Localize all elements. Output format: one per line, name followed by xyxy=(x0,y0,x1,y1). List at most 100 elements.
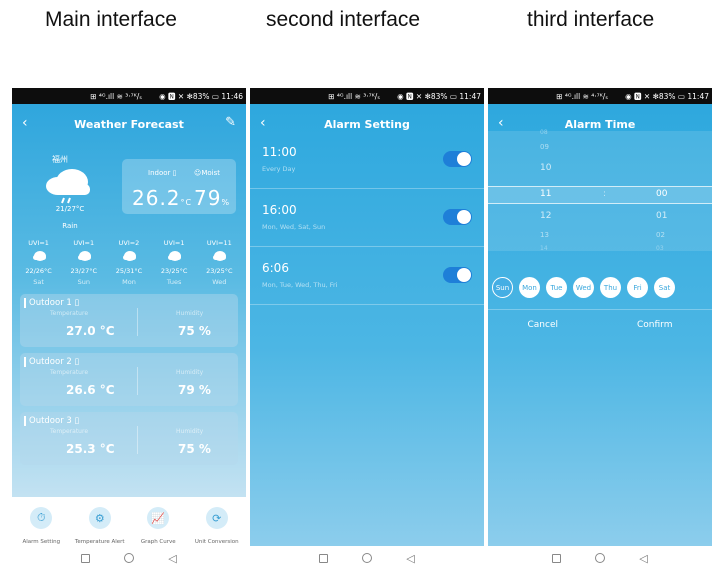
forecast-day: UVI=1 23/27°C Sun xyxy=(64,239,104,286)
day-toggle-mon[interactable]: Mon xyxy=(519,277,540,298)
forecast-dayname: Tues xyxy=(166,278,182,286)
minute-option[interactable]: 01 xyxy=(656,211,667,221)
forecast-day: UVI=11 23/25°C Wed xyxy=(199,239,239,286)
status-bar: ⊞ ⁴ᴳ.ıll ≋ ⁴·⁷ᴷ/ₛ ◉ 🅽 ✕ ✻83% ▭ 11:47 xyxy=(488,88,712,104)
minute-option[interactable]: 03 xyxy=(656,245,664,252)
alarm-setting-button[interactable]: ⏱ Alarm Setting xyxy=(13,507,69,545)
system-navbar: ◁ xyxy=(488,546,712,570)
caption-third: third interface xyxy=(527,8,655,31)
moist-value: 79% xyxy=(194,186,231,210)
alarm-row[interactable]: 11:00 Every Day xyxy=(250,131,484,189)
main-header: ‹ Weather Forecast ✎ xyxy=(12,104,246,144)
outdoor-temp: 27.0 °C xyxy=(66,324,115,338)
hour-option[interactable]: 14 xyxy=(540,245,548,252)
phone-second: ⊞ ⁴ᴳ.ıll ≋ ³·⁷ᴷ/ₛ ◉ 🅽 ✕ ✻83% ▭ 11:47 ‹ A… xyxy=(250,88,484,570)
alarm-row[interactable]: 16:00 Mon, Wed, Sat, Sun xyxy=(250,189,484,247)
hour-option[interactable]: 13 xyxy=(540,231,549,239)
forecast-dayname: Sat xyxy=(33,278,44,286)
day-toggle-fri[interactable]: Fri xyxy=(627,277,648,298)
refresh-icon: ⟳ xyxy=(205,507,228,529)
caption-second: second interface xyxy=(266,8,421,31)
forecast-temp: 23/27°C xyxy=(70,267,98,275)
alarm-setting-body: ‹ Alarm Setting 11:00 Every Day 16:00 Mo… xyxy=(250,104,484,546)
divider xyxy=(137,367,138,395)
main-body: ‹ Weather Forecast ✎ 福州 21/27°C Rain Ind… xyxy=(12,104,246,562)
forecast-dayname: Sun xyxy=(77,278,90,286)
today-condition: Rain xyxy=(62,222,78,230)
minute-option[interactable]: 02 xyxy=(656,231,665,239)
confirm-button[interactable]: Confirm xyxy=(637,320,672,330)
day-toggle-wed[interactable]: Wed xyxy=(573,277,594,298)
alarm-time: 11:00 xyxy=(262,145,297,159)
uvi: UVI=1 xyxy=(28,239,49,247)
forecast-day: UVI=1 22/26°C Sat xyxy=(19,239,59,286)
uvi: UVI=1 xyxy=(163,239,185,247)
forecast-day: UVI=1 23/25°C Tues xyxy=(154,239,194,286)
dialog-actions: Cancel Confirm xyxy=(488,309,712,339)
back-nav-icon[interactable]: ◁ xyxy=(168,552,176,565)
graph-curve-button[interactable]: 📈 Graph Curve xyxy=(130,507,186,545)
forecast-row: UVI=1 22/26°C Sat UVI=1 23/27°C Sun UVI=… xyxy=(12,239,246,286)
outdoor-humidity: 75 % xyxy=(178,442,211,456)
temperature-alert-label: Temperature Alert xyxy=(74,539,125,545)
picker-selection xyxy=(488,186,712,204)
phone-third: ⊞ ⁴ᴳ.ıll ≋ ⁴·⁷ᴷ/ₛ ◉ 🅽 ✕ ✻83% ▭ 11:47 ‹ A… xyxy=(488,88,712,570)
recents-icon[interactable] xyxy=(319,553,329,563)
edit-icon[interactable]: ✎ xyxy=(225,115,236,130)
moist-label: ☺Moist xyxy=(194,169,220,177)
indoor-temp: 26.2°C xyxy=(132,186,193,210)
temperature-alert-button[interactable]: ⚙ Temperature Alert xyxy=(72,507,128,545)
system-navbar: ◁ xyxy=(250,546,484,570)
outdoor-card[interactable]: Outdoor 2 ▯ Temperature Humidity 26.6 °C… xyxy=(20,353,238,406)
unit-conversion-label: Unit Conversion xyxy=(194,539,239,545)
forecast-day: UVI=2 25/31°C Mon xyxy=(109,239,149,286)
status-bar: ⊞ ⁴ᴳ.ıll ≋ ³·⁷ᴷ/ₛ ◉ 🅽 ✕ ✻83% ▭ 11:46 xyxy=(12,88,246,104)
outdoor-name: Outdoor 2 ▯ xyxy=(24,357,79,367)
back-nav-icon[interactable]: ◁ xyxy=(406,552,414,565)
alarm-toggle[interactable] xyxy=(443,267,472,283)
hour-selected[interactable]: 11 xyxy=(540,189,551,199)
alarm-toggle[interactable] xyxy=(443,209,472,225)
hour-option[interactable]: 08 xyxy=(540,129,548,136)
forecast-temp: 23/25°C xyxy=(160,267,188,275)
back-icon[interactable]: ‹ xyxy=(22,115,28,131)
toggle-knob xyxy=(457,268,471,282)
gear-icon: ⚙ xyxy=(88,507,111,529)
back-icon[interactable]: ‹ xyxy=(498,115,504,131)
time-picker[interactable]: 08 09 10 11 : 00 12 01 13 02 14 03 xyxy=(488,129,712,252)
home-icon[interactable] xyxy=(595,553,606,563)
day-toggle-tue[interactable]: Tue xyxy=(546,277,567,298)
weekday-selector: Sun Mon Tue Wed Thu Fri Sat xyxy=(492,277,712,298)
home-icon[interactable] xyxy=(124,553,135,563)
alarm-toggle[interactable] xyxy=(443,151,472,167)
humidity-label: Humidity xyxy=(176,369,204,376)
phone-main: ⊞ ⁴ᴳ.ıll ≋ ³·⁷ᴷ/ₛ ◉ 🅽 ✕ ✻83% ▭ 11:46 ‹ W… xyxy=(12,88,246,570)
outdoor-card[interactable]: Outdoor 1 ▯ Temperature Humidity 27.0 °C… xyxy=(20,294,238,347)
toggle-knob xyxy=(457,152,471,166)
temp-label: Temperature xyxy=(50,369,89,376)
home-icon[interactable] xyxy=(362,553,373,563)
recents-icon[interactable] xyxy=(552,553,562,563)
day-toggle-sun[interactable]: Sun xyxy=(492,277,513,298)
hour-option[interactable]: 10 xyxy=(540,163,551,173)
page-title: Alarm Time xyxy=(564,117,636,131)
recents-icon[interactable] xyxy=(81,553,91,563)
divider xyxy=(137,426,138,454)
page-title: Alarm Setting xyxy=(324,117,410,131)
alarm-row[interactable]: 6:06 Mon, Tue, Wed, Thu, Fri xyxy=(250,247,484,305)
day-toggle-thu[interactable]: Thu xyxy=(600,277,621,298)
alarm-time: 16:00 xyxy=(262,203,297,217)
back-icon[interactable]: ‹ xyxy=(260,115,266,131)
alarm-time: 6:06 xyxy=(262,261,289,275)
indoor-card: Indoor ▯ ☺Moist 26.2°C 79% xyxy=(122,159,236,214)
hour-option[interactable]: 12 xyxy=(540,211,551,221)
back-nav-icon[interactable]: ◁ xyxy=(639,552,647,565)
day-toggle-sat[interactable]: Sat xyxy=(654,277,675,298)
unit-conversion-button[interactable]: ⟳ Unit Conversion xyxy=(189,507,245,545)
minute-selected[interactable]: 00 xyxy=(656,189,667,199)
cancel-button[interactable]: Cancel xyxy=(528,320,559,330)
outdoor-card[interactable]: Outdoor 3 ▯ Temperature Humidity 25.3 °C… xyxy=(20,412,238,465)
today-temp: 21/27°C xyxy=(55,205,85,213)
forecast-temp: 23/25°C xyxy=(206,267,233,275)
hour-option[interactable]: 09 xyxy=(540,143,549,151)
